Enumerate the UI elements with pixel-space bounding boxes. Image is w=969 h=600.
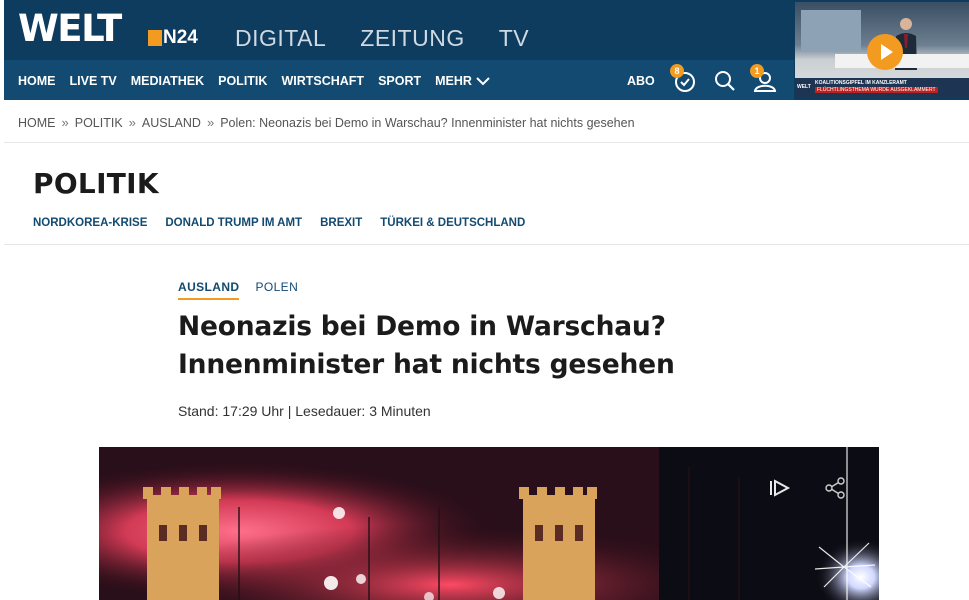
hero-photo-scene: [99, 447, 879, 600]
breadcrumb-home[interactable]: HOME: [18, 116, 56, 130]
subnav-brexit[interactable]: BREXIT: [320, 216, 362, 230]
nav-item-sport[interactable]: SPORT: [378, 74, 421, 88]
breadcrumb-politik[interactable]: POLITIK: [75, 116, 123, 130]
teaser-ticker-subline: FLÜCHTLINGSTHEMA WURDE AUSGEKLAMMERT: [815, 87, 938, 93]
nav-item-mehr-label: MEHR: [435, 74, 472, 88]
top-nav-digital[interactable]: DIGITAL: [235, 24, 326, 52]
teaser-ticker-label: WELT: [797, 84, 811, 90]
breadcrumb-separator: »: [128, 115, 136, 130]
gallery-play-button[interactable]: [767, 477, 793, 499]
play-icon[interactable]: [867, 34, 903, 70]
article-meta: Stand: 17:29 Uhr | Lesedauer: 3 Minuten: [178, 403, 431, 419]
top-nav: DIGITAL ZEITUNG TV: [235, 24, 529, 52]
account-button[interactable]: 1: [750, 64, 778, 94]
n24-logo-square: [148, 30, 162, 46]
breadcrumb: HOME » POLITIK » AUSLAND » Polen: Neonaz…: [18, 115, 635, 131]
nav-item-mehr[interactable]: MEHR: [435, 74, 490, 88]
header-top-bar: WELT N24 DIGITAL ZEITUNG TV: [4, 0, 794, 60]
nav-item-wirtschaft[interactable]: WIRTSCHAFT: [281, 74, 364, 88]
watchlist-button[interactable]: 8: [670, 64, 698, 94]
teaser-ticker: WELT KOALITIONSGIPFEL IM KANZLERAMT FLÜC…: [795, 78, 969, 98]
section-subnav: NORDKOREA-KRISE DONALD TRUMP IM AMT BREX…: [33, 216, 543, 230]
breadcrumb-separator: »: [61, 115, 69, 130]
article-tags: AUSLAND POLEN: [178, 280, 298, 300]
breadcrumb-separator: »: [206, 115, 215, 130]
chevron-down-icon: [476, 77, 490, 86]
subnav-donald-trump[interactable]: DONALD TRUMP IM AMT: [165, 216, 302, 230]
teaser-ticker-headline: KOALITIONSGIPFEL IM KANZLERAMT: [815, 80, 907, 86]
gallery-play-icon: [770, 479, 791, 497]
section-title[interactable]: POLITIK: [33, 168, 159, 200]
breadcrumb-ausland[interactable]: AUSLAND: [142, 116, 201, 130]
welt-logo[interactable]: WELT: [18, 9, 122, 49]
share-button[interactable]: [823, 477, 849, 499]
nav-item-home[interactable]: HOME: [18, 74, 56, 88]
search-button[interactable]: [712, 68, 738, 94]
subnav-nordkorea-krise[interactable]: NORDKOREA-KRISE: [33, 216, 147, 230]
teaser-studio-screen: [801, 10, 861, 52]
live-tv-teaser[interactable]: WELT KOALITIONSGIPFEL IM KANZLERAMT FLÜC…: [795, 2, 969, 98]
site-header: WELT N24 DIGITAL ZEITUNG TV HOME LIVE TV…: [4, 0, 969, 100]
divider: [4, 244, 969, 245]
top-nav-zeitung[interactable]: ZEITUNG: [360, 24, 464, 52]
nav-item-live-tv[interactable]: LIVE TV: [70, 74, 117, 88]
tag-polen[interactable]: POLEN: [255, 280, 298, 294]
n24-logo[interactable]: N24: [148, 28, 198, 48]
top-nav-tv[interactable]: TV: [499, 24, 529, 52]
article-headline: Neonazis bei Demo in Warschau? Innenmini…: [178, 308, 798, 384]
search-icon: [715, 71, 735, 91]
n24-logo-text: N24: [163, 27, 198, 48]
nav-item-mediathek[interactable]: MEDIATHEK: [131, 74, 204, 88]
notification-badge: 1: [750, 64, 764, 78]
divider: [4, 142, 969, 143]
subnav-tuerkei-deutschland[interactable]: TÜRKEI & DEUTSCHLAND: [380, 216, 525, 230]
nav-item-politik[interactable]: POLITIK: [218, 74, 267, 88]
abo-link[interactable]: ABO: [627, 74, 655, 88]
headline-line-1: Neonazis bei Demo in Warschau?: [178, 311, 666, 342]
watchlist-badge: 8: [670, 64, 684, 78]
article-hero-image[interactable]: [99, 447, 879, 600]
tag-ausland[interactable]: AUSLAND: [178, 280, 240, 300]
headline-line-2: Innenminister hat nichts gesehen: [178, 349, 675, 380]
main-nav: HOME LIVE TV MEDIATHEK POLITIK WIRTSCHAF…: [18, 74, 504, 88]
breadcrumb-current: Polen: Neonazis bei Demo in Warschau? In…: [220, 116, 635, 130]
main-nav-bar: HOME LIVE TV MEDIATHEK POLITIK WIRTSCHAF…: [4, 60, 794, 100]
share-icon: [825, 477, 845, 499]
